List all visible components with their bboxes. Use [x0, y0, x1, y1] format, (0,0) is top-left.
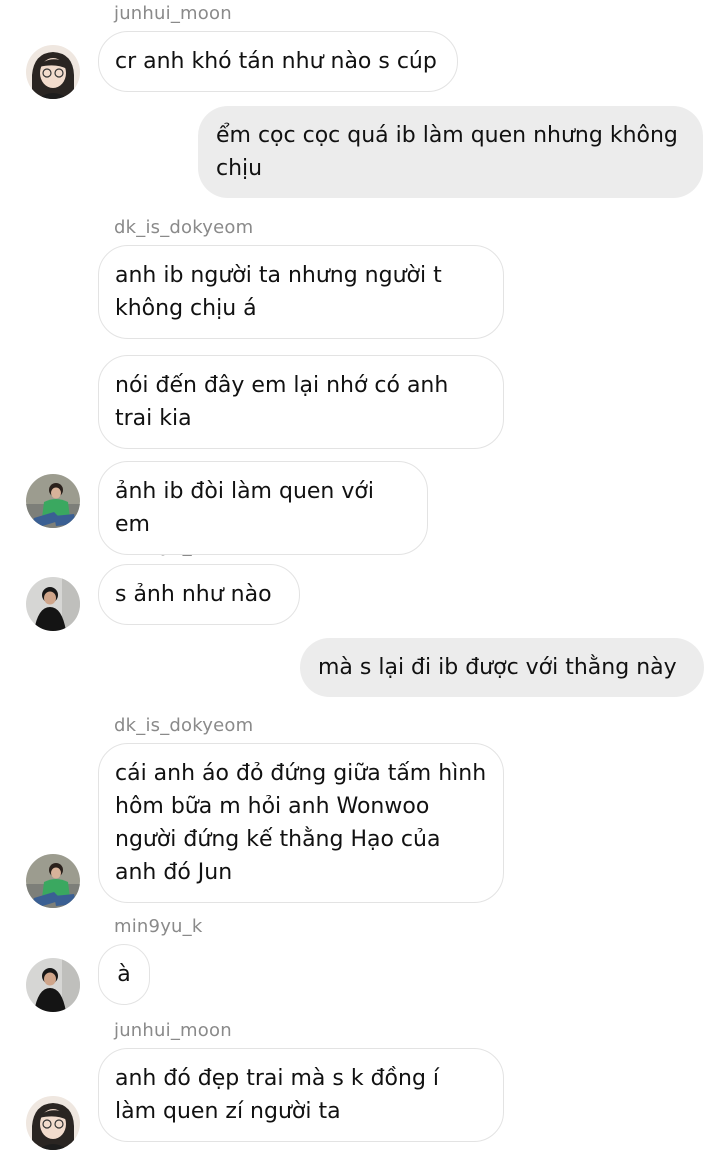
sender-name-dokyeom: dk_is_dokyeom: [114, 217, 254, 238]
dokyeom-avatar[interactable]: [26, 474, 80, 528]
message-bubble[interactable]: nói đến đây em lại nhớ có anh trai kia: [98, 355, 504, 449]
sender-name-junhui: junhui_moon: [114, 3, 232, 24]
message-bubble[interactable]: anh ib người ta nhưng người t không chịu…: [98, 245, 504, 339]
message-bubble-outgoing[interactable]: mà s lại đi ib được với thằng này: [300, 638, 704, 697]
junhui-avatar[interactable]: [26, 1096, 80, 1150]
message-bubble-outgoing[interactable]: ểm cọc cọc quá ib làm quen nhưng không c…: [198, 106, 703, 198]
message-bubble[interactable]: anh đó đẹp trai mà s k đồng í làm quen z…: [98, 1048, 504, 1142]
message-bubble[interactable]: cái anh áo đỏ đứng giữa tấm hình hôm bữa…: [98, 743, 504, 903]
sender-name-junhui: junhui_moon: [114, 1020, 232, 1041]
mingyu-avatar[interactable]: [26, 577, 80, 631]
mingyu-avatar[interactable]: [26, 958, 80, 1012]
message-bubble[interactable]: s ảnh như nào: [98, 564, 300, 625]
sender-name-dokyeom: dk_is_dokyeom: [114, 715, 254, 736]
sender-name-mingyu: min9yu_k: [114, 916, 203, 937]
junhui-avatar[interactable]: [26, 45, 80, 99]
message-bubble[interactable]: cr anh khó tán như nào s cúp: [98, 31, 458, 92]
message-bubble[interactable]: à: [98, 944, 150, 1005]
dokyeom-avatar[interactable]: [26, 854, 80, 908]
message-bubble[interactable]: ảnh ib đòi làm quen với em: [98, 461, 428, 555]
